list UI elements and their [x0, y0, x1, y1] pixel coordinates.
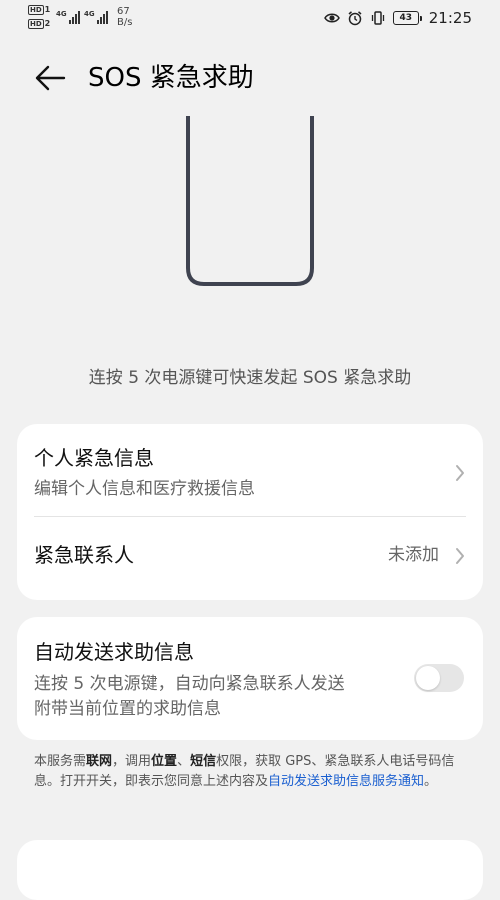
auto-send-subtitle-line2: 附带当前位置的求助信息 — [34, 699, 221, 719]
auto-send-title: 自动发送求助信息 — [34, 640, 194, 664]
emergency-contacts-row[interactable]: 紧急联系人 未添加 — [17, 517, 483, 600]
sim1-hd-indicator: HD 1 — [28, 5, 51, 15]
auto-send-toggle[interactable] — [414, 664, 464, 692]
phone-outline-icon — [186, 116, 314, 286]
toggle-knob — [416, 666, 440, 690]
chevron-right-icon — [456, 465, 464, 481]
status-bar: HD 1 HD 2 4G 4G 67 B/s 43 21:25 — [0, 0, 500, 38]
personal-emergency-info-subtitle: 编辑个人信息和医疗救援信息 — [34, 479, 255, 499]
sim2-hd-indicator: HD 2 — [28, 19, 51, 29]
back-button[interactable] — [28, 56, 72, 100]
eye-icon — [323, 13, 340, 23]
personal-emergency-info-row[interactable]: 个人紧急信息 编辑个人信息和医疗救援信息 — [17, 424, 483, 516]
personal-emergency-info-title: 个人紧急信息 — [34, 446, 154, 470]
signal-1-icon: 4G — [56, 10, 80, 24]
battery-icon: 43 — [392, 11, 422, 25]
page-title: SOS 紧急求助 — [88, 63, 254, 93]
power-button-hint: 连按 5 次电源键可快速发起 SOS 紧急求助 — [88, 368, 412, 388]
alarm-icon — [348, 11, 362, 26]
next-card — [17, 840, 483, 900]
emergency-contacts-title: 紧急联系人 — [34, 543, 134, 567]
chevron-right-icon — [456, 548, 464, 564]
signal-2-icon: 4G — [84, 10, 108, 24]
emergency-info-card: 个人紧急信息 编辑个人信息和医疗救援信息 紧急联系人 未添加 — [17, 424, 483, 600]
vibrate-icon — [371, 11, 384, 25]
auto-send-card: 自动发送求助信息 连按 5 次电源键，自动向紧急联系人发送 附带当前位置的求助信… — [17, 617, 483, 740]
clock-time: 21:25 — [428, 9, 472, 27]
network-speed: 67 B/s — [117, 6, 133, 28]
emergency-contacts-value: 未添加 — [388, 545, 439, 565]
service-notice: 本服务需联网，调用位置、短信权限，获取 GPS、紧急联系人电话号码信息。打开开关… — [34, 754, 455, 789]
auto-send-subtitle-line1: 连按 5 次电源键，自动向紧急联系人发送 — [34, 674, 345, 694]
arrow-left-icon — [35, 65, 66, 91]
status-right-group: 43 21:25 — [323, 9, 472, 27]
service-notice-link[interactable]: 自动发送求助信息服务通知 — [268, 774, 424, 789]
